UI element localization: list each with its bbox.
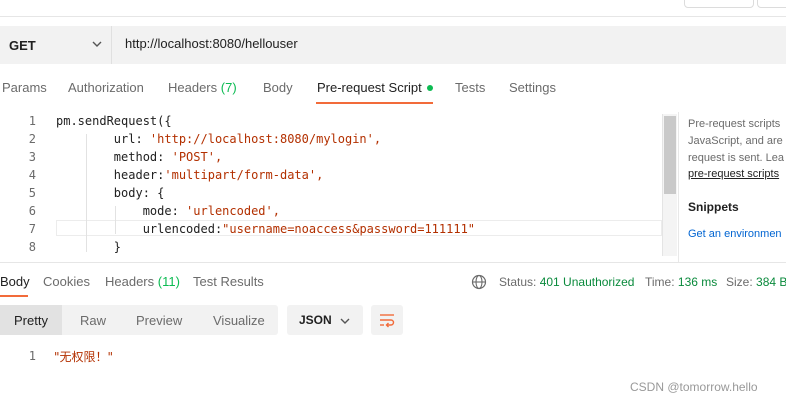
response-time[interactable]: Time: 136 ms xyxy=(645,275,717,289)
response-line-number: 1 xyxy=(28,349,36,363)
size-label: Size: xyxy=(726,275,753,289)
view-mode-pretty[interactable]: Pretty xyxy=(14,313,48,328)
time-label: Time: xyxy=(645,275,675,289)
size-value: 384 B xyxy=(756,275,786,289)
response-tab-body[interactable]: Body xyxy=(0,274,30,289)
snippets-title: Snippets xyxy=(688,200,739,214)
side-panel-description: request is sent. Lea xyxy=(688,152,785,164)
script-editor[interactable]: 1 2 3 4 5 6 7 8 pm.sendRequest({ url: 'h… xyxy=(0,114,678,254)
code-line: urlencoded:"username=noaccess&password=1… xyxy=(56,222,475,236)
response-tab-test-results[interactable]: Test Results xyxy=(193,274,264,289)
code-string: 'POST', xyxy=(171,150,223,164)
code-line: body: { xyxy=(56,186,165,200)
tab-body-label: Body xyxy=(263,80,293,95)
format-select[interactable]: JSON xyxy=(287,305,363,335)
tab-headers[interactable]: Headers (7) xyxy=(168,80,237,95)
tab-pre-request-script[interactable]: Pre-request Script xyxy=(317,80,433,95)
view-mode-raw[interactable]: Raw xyxy=(80,313,106,328)
tab-pre-request-script-label: Pre-request Script xyxy=(317,80,422,95)
top-toolbar-button[interactable] xyxy=(684,0,754,8)
line-number: 2 xyxy=(28,132,36,146)
active-response-tab-indicator xyxy=(0,295,28,297)
side-panel-description: JavaScript, and are xyxy=(688,135,783,147)
url-bar xyxy=(0,26,786,64)
url-input[interactable]: http://localhost:8080/hellouser xyxy=(125,36,298,51)
response-divider[interactable] xyxy=(0,262,786,263)
time-value: 136 ms xyxy=(677,275,718,289)
response-status[interactable]: Status: 401 Unauthorized xyxy=(499,275,634,289)
line-number: 8 xyxy=(28,240,36,254)
response-tab-cookies[interactable]: Cookies xyxy=(43,274,90,289)
globe-icon[interactable] xyxy=(471,274,487,290)
wrap-lines-icon xyxy=(380,314,395,328)
top-toolbar-button-2[interactable] xyxy=(757,0,786,8)
code-line: header:'multipart/form-data', xyxy=(56,168,324,182)
line-number: 4 xyxy=(28,168,36,182)
tab-headers-count: (7) xyxy=(220,80,237,95)
tab-settings-label: Settings xyxy=(509,80,556,95)
status-value: 401 Unauthorized xyxy=(539,275,635,289)
status-label: Status: xyxy=(499,275,537,289)
method-label: GET xyxy=(9,37,36,53)
top-toolbar-strip xyxy=(0,0,786,17)
line-number: 3 xyxy=(28,150,36,164)
editor-scrollbar-thumb[interactable] xyxy=(664,116,676,194)
code-text: mode: xyxy=(56,204,187,218)
view-mode-visualize[interactable]: Visualize xyxy=(213,313,265,328)
line-number: 7 xyxy=(28,222,36,236)
tab-tests-label: Tests xyxy=(455,80,486,95)
code-line: method: 'POST', xyxy=(56,150,222,164)
snippet-item[interactable]: Get an environmen xyxy=(688,228,782,240)
line-number: 1 xyxy=(28,114,36,128)
tab-settings[interactable]: Settings xyxy=(509,80,556,95)
active-tab-indicator xyxy=(316,102,433,104)
format-label: JSON xyxy=(299,313,332,327)
response-tab-headers[interactable]: Headers (11) xyxy=(105,274,180,289)
side-panel-description: Pre-request scripts xyxy=(688,118,781,130)
response-body-text[interactable]: "无权限！" xyxy=(54,348,113,365)
chevron-down-icon xyxy=(92,41,102,47)
view-mode-preview[interactable]: Preview xyxy=(136,313,182,328)
method-select[interactable]: GET xyxy=(0,26,112,64)
code-line: pm.sendRequest({ xyxy=(56,114,172,128)
code-line: mode: 'urlencoded', xyxy=(56,204,280,218)
line-number: 6 xyxy=(28,204,36,218)
response-tab-body-label: Body xyxy=(0,274,30,289)
code-text: pm.sendRequest({ xyxy=(56,114,172,128)
tab-headers-label: Headers xyxy=(168,80,218,95)
code-string: 'urlencoded', xyxy=(186,204,280,218)
code-line: } xyxy=(56,240,121,254)
tab-params[interactable]: Params xyxy=(2,80,47,95)
code-text: url: xyxy=(56,132,150,146)
code-string: 'multipart/form-data', xyxy=(164,168,324,182)
response-tab-headers-label: Headers xyxy=(105,274,155,289)
code-string: "username=noaccess&password=111111" xyxy=(222,222,476,236)
code-string: 'http://localhost:8080/mylogin', xyxy=(149,132,382,146)
watermark: CSDN @tomorrow.hello xyxy=(630,380,758,394)
code-text: header: xyxy=(56,168,165,182)
active-dot-icon xyxy=(426,85,433,91)
tab-body[interactable]: Body xyxy=(263,80,293,95)
tab-tests[interactable]: Tests xyxy=(455,80,485,95)
response-tab-cookies-label: Cookies xyxy=(43,274,90,289)
code-text: } xyxy=(56,240,122,254)
code-text: body: { xyxy=(56,186,165,200)
tab-authorization[interactable]: Authorization xyxy=(68,80,144,95)
response-size[interactable]: Size: 384 B xyxy=(726,275,786,289)
panel-splitter[interactable] xyxy=(678,112,679,262)
line-number: 5 xyxy=(28,186,36,200)
code-text: method: xyxy=(56,150,172,164)
tab-params-label: Params xyxy=(2,80,47,95)
wrap-lines-button[interactable] xyxy=(371,305,403,335)
code-text: urlencoded: xyxy=(56,222,223,236)
code-line: url: 'http://localhost:8080/mylogin', xyxy=(56,132,381,146)
response-tab-test-results-label: Test Results xyxy=(193,274,264,289)
tab-authorization-label: Authorization xyxy=(68,80,144,95)
chevron-down-icon xyxy=(340,318,350,324)
learn-more-link[interactable]: pre-request scripts xyxy=(688,168,779,180)
response-tab-headers-count: (11) xyxy=(157,274,180,289)
